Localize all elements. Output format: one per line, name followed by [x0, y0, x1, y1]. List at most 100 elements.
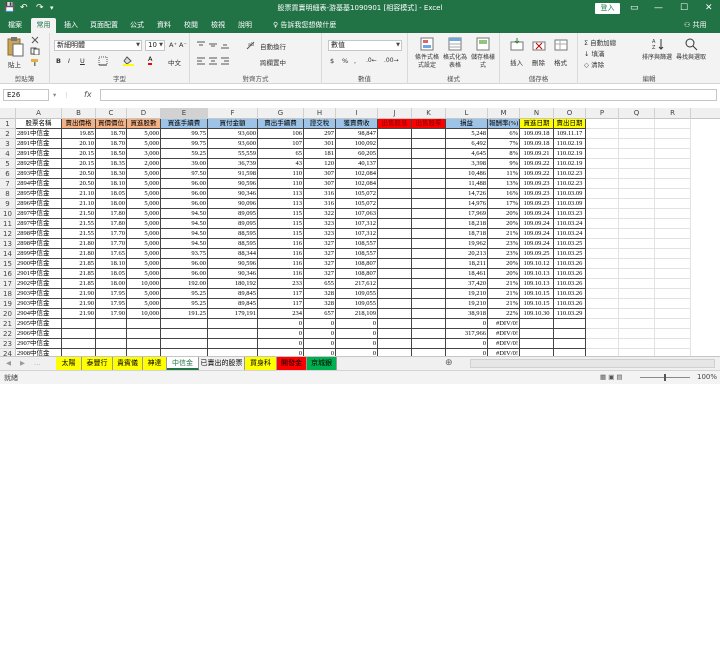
table-cell[interactable]: 98,847	[336, 129, 378, 139]
table-cell[interactable]	[378, 149, 412, 159]
table-cell[interactable]	[161, 339, 208, 349]
table-cell[interactable]	[412, 239, 446, 249]
table-cell[interactable]: 17.95	[96, 289, 127, 299]
table-cell[interactable]: 18.70	[96, 129, 127, 139]
row-header-21[interactable]: 21	[0, 319, 16, 329]
table-cell[interactable]: 109.10.12	[520, 259, 554, 269]
table-cell[interactable]: 327	[304, 269, 336, 279]
table-cell[interactable]: 110.03.25	[554, 249, 586, 259]
table-cell[interactable]: 110.03.24	[554, 229, 586, 239]
table-cell[interactable]	[412, 199, 446, 209]
empty-cell[interactable]	[619, 119, 655, 129]
table-cell[interactable]: 17.95	[96, 299, 127, 309]
header-cell[interactable]: 出售股票	[412, 119, 446, 129]
empty-cell[interactable]	[655, 229, 691, 239]
table-cell[interactable]: 10,486	[446, 169, 488, 179]
table-cell[interactable]: 110	[258, 169, 304, 179]
table-cell[interactable]: 21.85	[62, 269, 96, 279]
column-header-F[interactable]: F	[208, 108, 258, 119]
table-cell[interactable]: 5,000	[127, 199, 161, 209]
table-cell[interactable]	[161, 319, 208, 329]
column-header-R[interactable]: R	[655, 108, 691, 119]
table-cell[interactable]: 109.09.23	[520, 199, 554, 209]
table-cell[interactable]	[412, 329, 446, 339]
table-cell[interactable]: 21%	[488, 229, 520, 239]
table-cell[interactable]	[127, 349, 161, 356]
table-cell[interactable]	[412, 139, 446, 149]
empty-cell[interactable]	[655, 189, 691, 199]
minimize-icon[interactable]: —	[654, 2, 663, 14]
empty-cell[interactable]	[586, 199, 619, 209]
empty-cell[interactable]	[655, 279, 691, 289]
header-cell[interactable]: 買進股數	[127, 119, 161, 129]
sign-in-button[interactable]: 登入	[595, 3, 620, 14]
insert-cells-icon[interactable]	[510, 38, 524, 52]
empty-cell[interactable]	[655, 169, 691, 179]
table-cell[interactable]: 96.00	[161, 189, 208, 199]
empty-cell[interactable]	[655, 119, 691, 129]
tab-page-layout[interactable]: 頁面配置	[87, 18, 121, 33]
table-cell[interactable]: 6%	[488, 129, 520, 139]
row-header-9[interactable]: 9	[0, 199, 16, 209]
empty-cell[interactable]	[586, 259, 619, 269]
table-cell[interactable]	[554, 349, 586, 356]
empty-cell[interactable]	[655, 149, 691, 159]
table-cell[interactable]: 17.80	[96, 209, 127, 219]
table-cell[interactable]: 60,205	[336, 149, 378, 159]
table-cell[interactable]: 120	[304, 159, 336, 169]
table-cell[interactable]	[378, 249, 412, 259]
decrease-decimal-button[interactable]: .00→	[384, 57, 399, 64]
table-cell[interactable]: 301	[304, 139, 336, 149]
table-cell[interactable]	[412, 229, 446, 239]
header-cell[interactable]: 賣出日期	[554, 119, 586, 129]
table-cell[interactable]: 18.30	[96, 169, 127, 179]
table-cell[interactable]	[378, 189, 412, 199]
header-cell[interactable]: 賣出手續費	[258, 119, 304, 129]
table-cell[interactable]: 115	[258, 209, 304, 219]
table-cell[interactable]	[127, 339, 161, 349]
table-cell[interactable]: 13%	[488, 179, 520, 189]
table-cell[interactable]	[62, 319, 96, 329]
table-cell[interactable]: 218,109	[336, 309, 378, 319]
table-cell[interactable]: 18.10	[96, 179, 127, 189]
table-cell[interactable]	[378, 219, 412, 229]
delete-cells-icon[interactable]	[532, 38, 546, 52]
table-cell[interactable]: 17.80	[96, 219, 127, 229]
phonetic-guide-button[interactable]: 中文	[168, 57, 181, 67]
empty-cell[interactable]	[655, 199, 691, 209]
table-cell[interactable]: 102,084	[336, 169, 378, 179]
table-cell[interactable]: 0	[304, 339, 336, 349]
empty-cell[interactable]	[619, 209, 655, 219]
name-box[interactable]: E26	[3, 89, 49, 101]
conditional-formatting-icon[interactable]	[420, 37, 434, 51]
table-cell[interactable]	[412, 249, 446, 259]
table-cell[interactable]: 20%	[488, 209, 520, 219]
table-cell[interactable]: 102,084	[336, 179, 378, 189]
insert-button[interactable]: 插入	[510, 57, 523, 67]
table-cell[interactable]: 94.50	[161, 219, 208, 229]
table-cell[interactable]: 5,248	[446, 129, 488, 139]
table-cell[interactable]: #DIV/0!	[488, 319, 520, 329]
autosum-button[interactable]: Σ 自動加總	[584, 37, 616, 47]
table-cell[interactable]: 108,557	[336, 249, 378, 259]
table-cell[interactable]: 110.02.23	[554, 169, 586, 179]
row-header-15[interactable]: 15	[0, 259, 16, 269]
table-cell[interactable]: 5,000	[127, 169, 161, 179]
table-cell[interactable]: 0	[336, 329, 378, 339]
table-cell[interactable]: 109.09.23	[520, 189, 554, 199]
empty-cell[interactable]	[586, 239, 619, 249]
table-cell[interactable]: 65	[258, 149, 304, 159]
table-cell[interactable]: 110	[258, 179, 304, 189]
copy-icon[interactable]	[30, 47, 40, 55]
tab-help[interactable]: 說明	[234, 18, 256, 33]
table-cell[interactable]: 110.03.09	[554, 199, 586, 209]
empty-cell[interactable]	[655, 179, 691, 189]
tab-review[interactable]: 校閱	[180, 18, 202, 33]
table-cell[interactable]: 328	[304, 289, 336, 299]
table-cell[interactable]: 9%	[488, 159, 520, 169]
borders-icon[interactable]	[98, 56, 112, 66]
table-cell[interactable]: 110.03.25	[554, 239, 586, 249]
table-cell[interactable]: 88,595	[208, 239, 258, 249]
table-cell[interactable]	[378, 349, 412, 356]
header-cell[interactable]: 買價價位	[96, 119, 127, 129]
